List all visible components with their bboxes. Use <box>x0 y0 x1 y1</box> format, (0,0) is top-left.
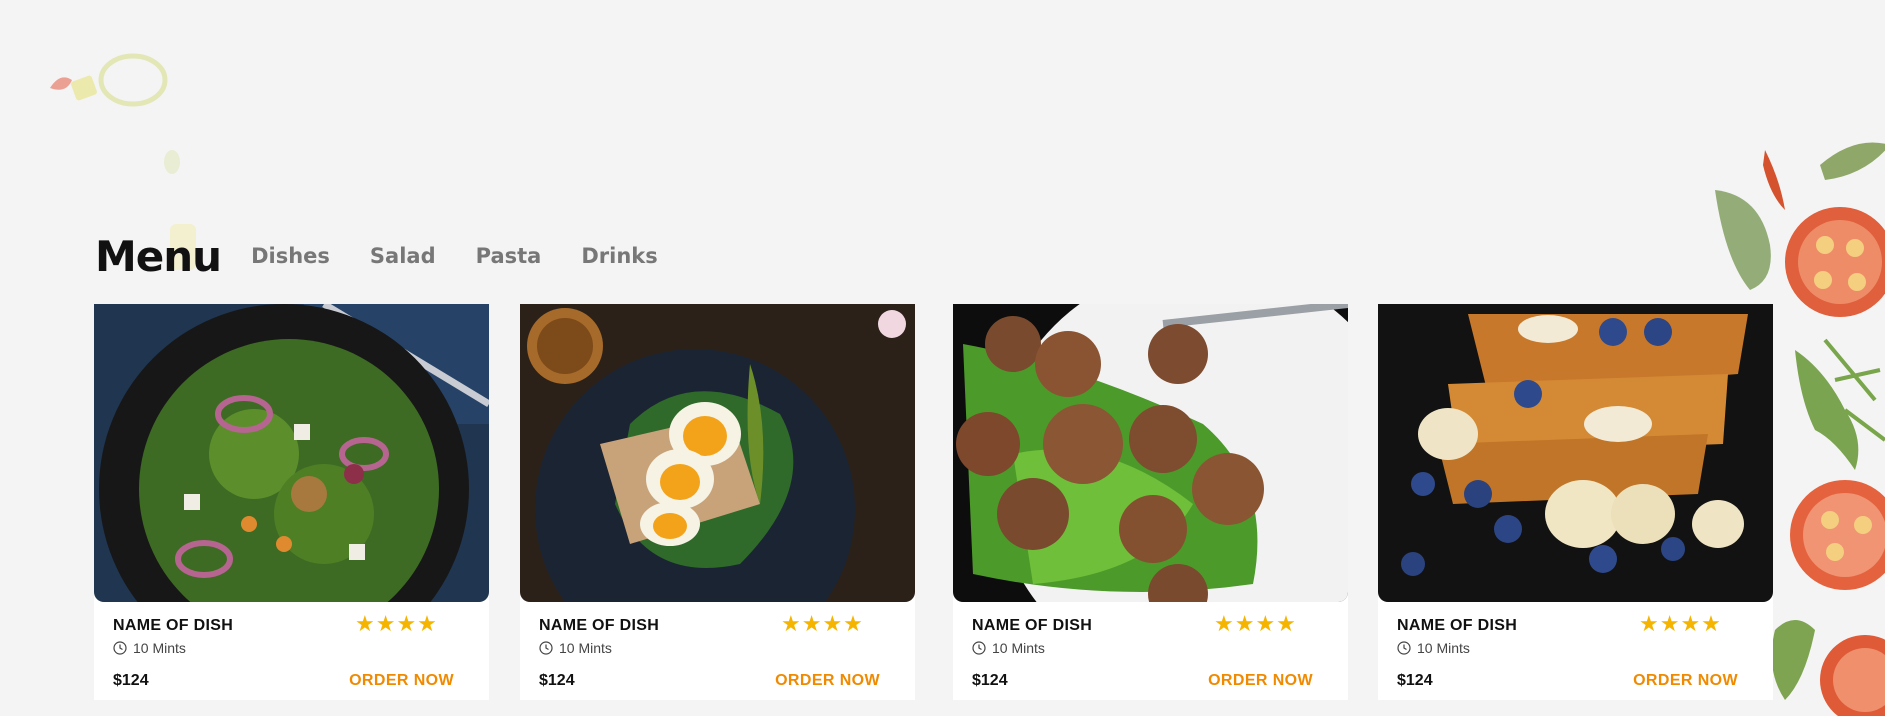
dish-card[interactable]: NAME OF DISH ★★★★ 10 Mints $124 ORDER NO… <box>953 304 1348 700</box>
prep-time-text: 10 Mints <box>559 640 612 656</box>
tab-drinks[interactable]: Drinks <box>581 244 657 268</box>
rating-stars: ★★★★ <box>781 612 864 637</box>
dish-info: NAME OF DISH ★★★★ 10 Mints $124 ORDER NO… <box>94 602 489 700</box>
menu-header: Menu Dishes Salad Pasta Drinks <box>95 223 698 284</box>
dish-name: NAME OF DISH <box>972 617 1093 634</box>
prep-time-text: 10 Mints <box>1417 640 1470 656</box>
prep-time: 10 Mints <box>539 640 612 656</box>
dish-name: NAME OF DISH <box>1397 617 1518 634</box>
prep-time-text: 10 Mints <box>992 640 1045 656</box>
french-toast-banana-blueberry-photo <box>1378 304 1773 602</box>
clock-icon <box>113 641 127 655</box>
dish-info: NAME OF DISH ★★★★ 10 Mints $124 ORDER NO… <box>953 602 1348 700</box>
dish-name: NAME OF DISH <box>113 617 234 634</box>
order-now-button[interactable]: ORDER NOW <box>1208 672 1313 690</box>
egg-avocado-toast-photo <box>520 304 915 602</box>
dish-info: NAME OF DISH ★★★★ 10 Mints $124 ORDER NO… <box>520 602 915 700</box>
menu-title: Menu <box>95 223 222 281</box>
clock-icon <box>539 641 553 655</box>
prep-time-text: 10 Mints <box>133 640 186 656</box>
dish-price: $124 <box>539 672 575 689</box>
menu-tabs: Dishes Salad Pasta Drinks <box>251 244 698 268</box>
menu-title-text: Menu <box>95 231 222 281</box>
decorative-ingredients-topleft <box>50 53 180 174</box>
order-now-button[interactable]: ORDER NOW <box>1633 672 1738 690</box>
dish-price: $124 <box>113 672 149 689</box>
dish-card[interactable]: NAME OF DISH ★★★★ 10 Mints $124 ORDER NO… <box>520 304 915 700</box>
clock-icon <box>972 641 986 655</box>
dish-card[interactable]: NAME OF DISH ★★★★ 10 Mints $124 ORDER NO… <box>1378 304 1773 700</box>
prep-time: 10 Mints <box>1397 640 1470 656</box>
dish-card[interactable]: NAME OF DISH ★★★★ 10 Mints $124 ORDER NO… <box>94 304 489 700</box>
rating-stars: ★★★★ <box>1639 612 1722 637</box>
rating-stars: ★★★★ <box>1214 612 1297 637</box>
dish-name: NAME OF DISH <box>539 617 660 634</box>
dish-price: $124 <box>1397 672 1433 689</box>
prep-time: 10 Mints <box>113 640 186 656</box>
dish-info: NAME OF DISH ★★★★ 10 Mints $124 ORDER NO… <box>1378 602 1773 700</box>
tab-pasta[interactable]: Pasta <box>476 244 542 268</box>
order-now-button[interactable]: ORDER NOW <box>349 672 454 690</box>
dish-price: $124 <box>972 672 1008 689</box>
order-now-button[interactable]: ORDER NOW <box>775 672 880 690</box>
tab-dishes[interactable]: Dishes <box>251 244 330 268</box>
rating-stars: ★★★★ <box>355 612 438 637</box>
salad-bowl-photo <box>94 304 489 602</box>
tab-salad[interactable]: Salad <box>370 244 436 268</box>
clock-icon <box>1397 641 1411 655</box>
prep-time: 10 Mints <box>972 640 1045 656</box>
meatballs-arugula-photo <box>953 304 1348 602</box>
